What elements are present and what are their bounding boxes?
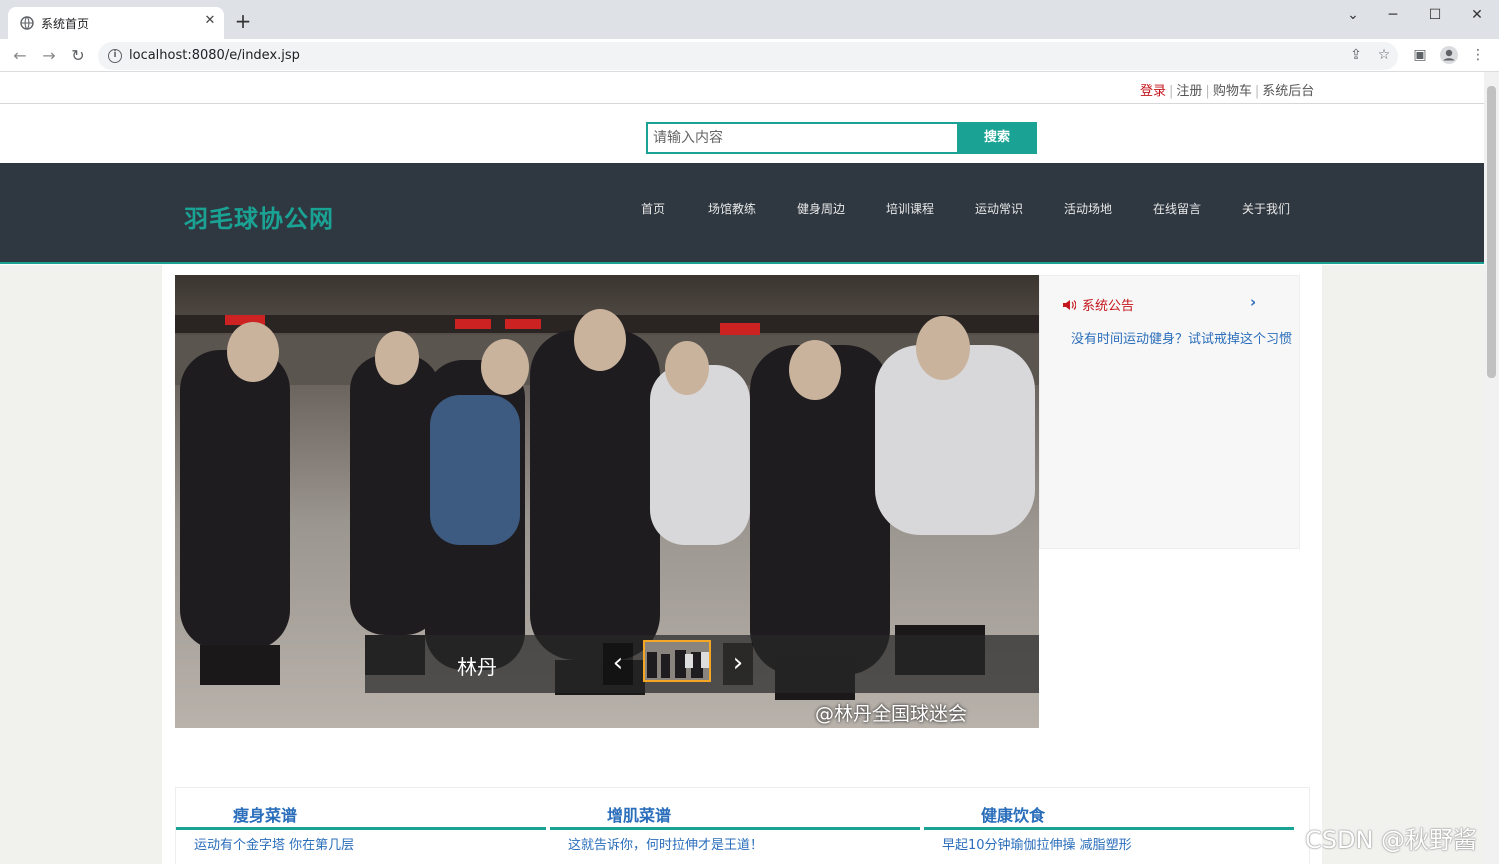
left-margin [0,265,162,864]
nav-item-courses[interactable]: 培训课程 [886,200,934,217]
carousel-thumbnail[interactable] [643,640,711,682]
photo-watermark: @林丹全国球迷会 [815,703,968,725]
profile-avatar-icon[interactable] [1439,45,1459,65]
browser-tabstrip: 系统首页 ✕ + ⌄ ─ ☐ ✕ [0,0,1499,39]
notice-title: 系统公告 [1082,299,1135,314]
speaker-icon [1063,300,1076,310]
maximize-window-button[interactable]: ☐ [1424,4,1446,26]
browser-tab[interactable]: 系统首页 ✕ [8,7,224,39]
scrollbar-thumb[interactable] [1487,86,1496,378]
nav-item-sports-tips[interactable]: 运动常识 [975,200,1023,217]
column-title[interactable]: 健康饮食 [981,802,1045,826]
column-slimming: 瘦身菜谱 运动有个金字塔 你在第几层 [176,788,546,864]
side-panel-icon[interactable]: ▣ [1410,45,1430,65]
column-diet: 健康饮食 早起10分钟瑜伽拉伸操 减脂塑形 [924,788,1294,864]
back-arrow-icon[interactable]: ← [9,45,31,67]
share-icon[interactable]: ⇪ [1346,45,1366,65]
notice-link[interactable]: 没有时间运动健身？试试戒掉这个习惯 [1071,328,1292,347]
web-page: 登录|注册|购物车|系统后台 搜索 羽毛球协公网 首页 场馆教练 健身周边 培训… [0,72,1484,864]
new-tab-button[interactable]: + [234,11,252,31]
address-bar[interactable]: i localhost:8080/e/index.jsp [98,42,1398,70]
admin-link[interactable]: 系统后台 [1262,84,1314,99]
tab-title: 系统首页 [41,17,90,31]
column-divider [924,827,1294,830]
login-link[interactable]: 登录 [1140,84,1166,99]
info-icon[interactable]: i [108,49,122,63]
column-item[interactable]: 运动有个金字塔 你在第几层 [194,834,354,853]
browser-menu-icon[interactable]: ⋮ [1468,45,1488,65]
nav-item-home[interactable]: 首页 [641,200,665,217]
forward-arrow-icon[interactable]: → [38,45,60,67]
nav-item-messages[interactable]: 在线留言 [1153,200,1201,217]
column-divider [176,827,546,830]
search-input[interactable] [648,124,956,152]
tab-search-dropdown-icon[interactable]: ⌄ [1342,4,1364,26]
cart-link[interactable]: 购物车 [1213,84,1252,99]
column-item[interactable]: 早起10分钟瑜伽拉伸操 减脂塑形 [942,834,1132,853]
recipe-columns: 瘦身菜谱 运动有个金字塔 你在第几层 增肌菜谱 这就告诉你，何时拉伸才是王道！ … [175,787,1310,864]
nav-item-fitness-gear[interactable]: 健身周边 [797,200,845,217]
url-text[interactable]: localhost:8080/e/index.jsp [129,48,300,63]
column-title[interactable]: 瘦身菜谱 [233,802,297,826]
right-margin [1322,265,1484,864]
csdn-watermark: CSDN @秋野酱 [1305,826,1478,854]
notice-panel: 系统公告 › 没有时间运动健身？试试戒掉这个习惯 [1039,275,1300,549]
nav-item-venue-coach[interactable]: 场馆教练 [708,200,756,217]
column-divider [550,827,920,830]
search-button[interactable]: 搜索 [957,122,1037,154]
column-item[interactable]: 这就告诉你，何时拉伸才是王道！ [568,834,763,853]
carousel-prev-button[interactable]: ‹ [603,643,633,685]
photo-carousel[interactable]: 林丹 ‹ › @林丹全国球迷会 [175,275,1039,728]
nav-item-venues[interactable]: 活动场地 [1064,200,1112,217]
top-links-bar: 登录 | 注册 | 购物车 | 系统后台 [0,72,1484,104]
browser-toolbar: ← → ↻ i localhost:8080/e/index.jsp ⇪ ☆ ▣… [0,39,1499,72]
register-link[interactable]: 注册 [1176,84,1202,99]
close-window-button[interactable]: ✕ [1466,4,1488,26]
search-box: 搜索 [646,122,1037,154]
chevron-right-icon[interactable]: › [1250,293,1256,311]
top-links: 登录 | 注册 | 购物车 | 系统后台 [1140,84,1315,99]
notice-header: 系统公告 [1062,295,1134,314]
minimize-window-button[interactable]: ─ [1382,4,1404,26]
carousel-caption: 林丹 [457,655,497,679]
carousel-caption-bar: 林丹 ‹ › [365,635,1039,693]
page-scrollbar[interactable] [1484,72,1499,864]
globe-icon [20,16,34,30]
site-logo[interactable]: 羽毛球协公网 [184,199,334,234]
reload-icon[interactable]: ↻ [67,45,89,67]
main-nav: 羽毛球协公网 首页 场馆教练 健身周边 培训课程 运动常识 活动场地 在线留言 … [0,163,1484,264]
nav-item-about[interactable]: 关于我们 [1242,200,1290,217]
bookmark-star-icon[interactable]: ☆ [1374,45,1394,65]
column-muscle: 增肌菜谱 这就告诉你，何时拉伸才是王道！ [550,788,920,864]
carousel-next-button[interactable]: › [723,643,753,685]
column-title[interactable]: 增肌菜谱 [607,802,671,826]
tab-close-icon[interactable]: ✕ [202,13,218,29]
